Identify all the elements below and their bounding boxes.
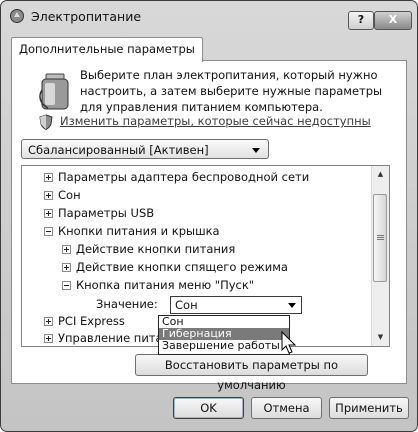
tree-item-sleep-button-action[interactable]: Действие кнопки спящего режима [62, 258, 288, 276]
power-plug-icon [10, 9, 24, 23]
tree-scrollbar[interactable]: ▲ ▼ [371, 166, 389, 346]
chevron-down-icon [288, 303, 296, 308]
tree-item-usb[interactable]: Параметры USB [44, 204, 154, 222]
tree-item-power-button-action[interactable]: Действие кнопки питания [62, 240, 235, 258]
change-unavailable-settings-link[interactable]: Изменить параметры, которые сейчас недос… [60, 114, 371, 128]
expand-plus-icon[interactable] [44, 334, 53, 343]
scroll-down-icon[interactable]: ▼ [372, 329, 389, 346]
expand-plus-icon[interactable] [44, 191, 53, 200]
restore-defaults-button[interactable]: Восстановить параметры по умолчанию [135, 354, 368, 392]
mouse-cursor-icon [281, 331, 297, 354]
scroll-up-icon[interactable]: ▲ [372, 166, 389, 183]
power-options-dialog: Электропитание ? X Дополнительные параме… [0, 0, 418, 432]
tree-item-label: Кнопка питания меню "Пуск" [76, 278, 255, 292]
collapse-minus-icon[interactable] [44, 227, 53, 236]
cancel-button[interactable]: Отмена [251, 397, 322, 419]
window-title: Электропитание [31, 9, 142, 24]
ok-button[interactable]: OK [173, 397, 244, 419]
tree-item-label: Параметры адаптера беспроводной сети [58, 170, 310, 184]
expand-plus-icon[interactable] [44, 173, 53, 182]
tree-item-label: PCI Express [58, 314, 125, 328]
close-button[interactable]: X [374, 11, 412, 30]
chevron-down-icon [252, 148, 260, 153]
value-dropdown-list[interactable]: Сон Гибернация Завершение работы [158, 315, 290, 355]
value-select[interactable]: Сон [170, 296, 302, 314]
tree-item-label: Сон [58, 188, 81, 202]
tab-advanced-settings[interactable]: Дополнительные параметры [11, 37, 203, 62]
tree-item-label: Действие кнопки питания [76, 242, 236, 256]
grip-icon [377, 235, 384, 236]
tree-item-label: Кнопки питания и крышка [58, 224, 220, 238]
collapse-minus-icon[interactable] [62, 281, 71, 290]
tree-item-label: Действие кнопки спящего режима [76, 260, 288, 274]
expand-plus-icon[interactable] [44, 209, 53, 218]
expand-plus-icon[interactable] [44, 317, 53, 326]
tree-item-power-buttons[interactable]: Кнопки питания и крышка [44, 222, 220, 240]
help-button[interactable]: ? [348, 11, 374, 30]
value-selected: Сон [175, 298, 198, 312]
tree-item-start-menu-power-button[interactable]: Кнопка питания меню "Пуск" [62, 276, 254, 294]
tree-item-pci-express[interactable]: PCI Express [44, 312, 125, 330]
battery-power-icon [39, 73, 69, 110]
apply-button[interactable]: Применить [329, 397, 409, 419]
intro-description: Выберите план электропитания, который ну… [80, 68, 383, 114]
power-plan-select[interactable]: Сбалансированный [Активен] [21, 139, 269, 159]
expand-plus-icon[interactable] [62, 245, 71, 254]
title-bar[interactable]: Электропитание ? X [1, 1, 417, 33]
value-label: Значение: [96, 297, 158, 311]
dropdown-option-shutdown[interactable]: Завершение работы [159, 340, 289, 352]
tree-item-sleep[interactable]: Сон [44, 186, 81, 204]
tree-item-label: Параметры USB [58, 206, 155, 220]
expand-plus-icon[interactable] [62, 263, 71, 272]
tree-item-wireless-adapter[interactable]: Параметры адаптера беспроводной сети [44, 168, 309, 186]
shield-icon [39, 114, 53, 130]
power-plan-selected: Сбалансированный [Активен] [28, 143, 209, 157]
scrollbar-thumb[interactable] [373, 194, 387, 282]
